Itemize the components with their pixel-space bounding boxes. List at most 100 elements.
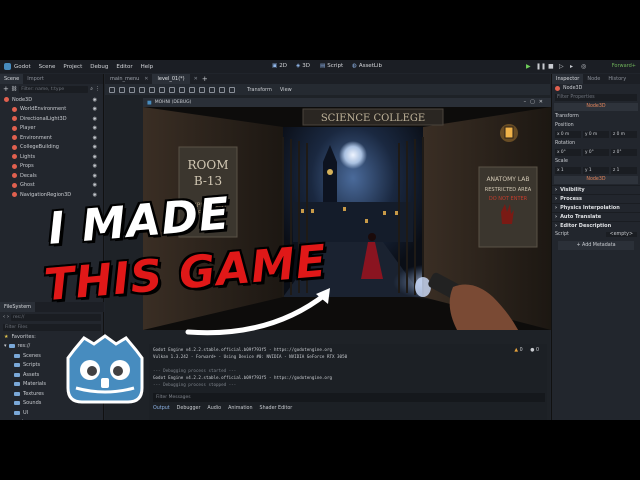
renderer-select[interactable]: Forward+	[612, 63, 636, 69]
tab-shader-editor[interactable]: Shader Editor	[260, 406, 293, 411]
scene-tree-node[interactable]: Environment ◉	[0, 133, 103, 143]
tab-animation[interactable]: Animation	[228, 406, 252, 411]
position-z[interactable]: z 0 m	[611, 131, 637, 138]
tab-inspector[interactable]: Inspector	[552, 74, 584, 84]
visibility-eye-icon[interactable]: ◉	[93, 135, 97, 141]
scene-tree-node[interactable]: CollegeBuilding ◉	[0, 143, 103, 153]
inspector-section[interactable]: › Visibility	[552, 185, 640, 194]
search-icon[interactable]: ⌕	[90, 86, 93, 92]
menu-project[interactable]: Project	[63, 64, 82, 70]
visibility-eye-icon[interactable]: ◉	[93, 116, 97, 122]
tab-debugger[interactable]: Debugger	[177, 406, 201, 411]
mode-script[interactable]: ▤ Script	[320, 63, 343, 69]
scene-tree-node[interactable]: WorldEnvironment ◉	[0, 105, 103, 115]
fs-path-input[interactable]: res://	[11, 313, 101, 321]
inspector-section[interactable]: › Physics Interpolation	[552, 203, 640, 212]
property-filter-input[interactable]: Filter Properties	[555, 94, 637, 101]
close-tab-icon[interactable]: ✕	[194, 76, 198, 82]
sun-tool-icon[interactable]	[209, 86, 215, 93]
mode-assetlib[interactable]: ◍ AssetLib	[352, 63, 382, 69]
visibility-eye-icon[interactable]: ◉	[93, 173, 97, 179]
warning-icon[interactable]: ▲	[514, 348, 518, 353]
visibility-eye-icon[interactable]: ◉	[93, 154, 97, 160]
tab-audio[interactable]: Audio	[207, 406, 221, 411]
rotation-z[interactable]: z 0°	[611, 149, 637, 156]
visibility-eye-icon[interactable]: ◉	[93, 144, 97, 150]
scale-tool-icon[interactable]	[139, 86, 145, 93]
inspector-section[interactable]: › Editor Description	[552, 221, 640, 230]
transform-menu[interactable]: Transform	[247, 87, 272, 93]
close-tab-icon[interactable]: ✕	[144, 76, 148, 82]
window-controls[interactable]: –▢✕	[524, 99, 547, 105]
movie-icon[interactable]: ◎	[581, 63, 586, 70]
scene-tree-node[interactable]: Decals ◉	[0, 171, 103, 181]
view-menu[interactable]: View	[280, 87, 292, 93]
transform-group[interactable]: Transform	[552, 112, 640, 121]
tab-node[interactable]: Node	[583, 74, 604, 84]
scene-tree-node[interactable]: Ghost ◉	[0, 181, 103, 191]
forward-icon[interactable]: ›	[7, 314, 9, 320]
play-scene-icon[interactable]: ▷	[559, 63, 564, 70]
mode-3d[interactable]: ◈ 3D	[296, 63, 310, 69]
scene-tree-node[interactable]: NavigationRegion3D ◉	[0, 190, 103, 200]
scene-tree-node[interactable]: Props ◉	[0, 162, 103, 172]
back-icon[interactable]: ‹	[3, 314, 5, 320]
add-node-icon[interactable]: +	[3, 85, 9, 93]
tab-scene[interactable]: Scene	[0, 74, 24, 84]
stop-icon[interactable]: ■	[548, 63, 554, 70]
menu-dots-icon[interactable]: ⋮	[95, 86, 100, 92]
add-tab-icon[interactable]: +	[202, 75, 208, 83]
visibility-eye-icon[interactable]: ◉	[93, 125, 97, 131]
scene-tree-node[interactable]: Lights ◉	[0, 152, 103, 162]
position-x[interactable]: x 0 m	[555, 131, 581, 138]
play-custom-icon[interactable]: ▸	[570, 63, 573, 70]
lock-tool-icon[interactable]	[159, 86, 165, 93]
scene-tree-node[interactable]: Node3D ◉	[0, 95, 103, 105]
env-tool-icon[interactable]	[219, 86, 225, 93]
menu-help[interactable]: Help	[141, 64, 154, 70]
scale-x[interactable]: x 1	[555, 167, 581, 174]
menu-editor[interactable]: Editor	[116, 64, 132, 70]
tab-import[interactable]: Import	[23, 74, 48, 84]
select-tool-icon[interactable]	[109, 86, 115, 93]
visibility-eye-icon[interactable]: ◉	[93, 182, 97, 188]
position-y[interactable]: y 0 m	[583, 131, 609, 138]
visibility-eye-icon[interactable]: ◉	[93, 192, 97, 198]
scale-z[interactable]: z 1	[611, 167, 637, 174]
visibility-eye-icon[interactable]: ◉	[93, 97, 97, 103]
local-tool-icon[interactable]	[179, 86, 185, 93]
fs-item[interactable]: UI	[0, 408, 104, 418]
scene-tree-node[interactable]: DirectionalLight3D ◉	[0, 114, 103, 124]
tab-output[interactable]: Output	[153, 406, 170, 411]
snap-tool-icon[interactable]	[189, 86, 195, 93]
scene-filter-input[interactable]: Filter: name, t:type	[19, 85, 89, 93]
inspector-section[interactable]: › Process	[552, 194, 640, 203]
pause-icon[interactable]: ❚❚	[536, 63, 546, 70]
camera-tool-icon[interactable]	[199, 86, 205, 93]
link-icon[interactable]: ⛓	[11, 86, 17, 92]
menu-scene[interactable]: Scene	[39, 64, 56, 70]
scene-tab-level-01[interactable]: level_01(*)	[152, 74, 190, 84]
output-filter-input[interactable]: Filter Messages	[153, 393, 545, 402]
fs-item[interactable]: icon.svg	[0, 418, 104, 420]
error-icon[interactable]: ●	[530, 348, 534, 353]
more-tool-icon[interactable]	[229, 86, 235, 93]
add-metadata-button[interactable]: + Add Metadata	[558, 241, 634, 250]
rotate-tool-icon[interactable]	[129, 86, 135, 93]
tab-filesystem[interactable]: FileSystem	[0, 302, 36, 312]
tab-history[interactable]: History	[604, 74, 630, 84]
menu-debug[interactable]: Debug	[90, 64, 108, 70]
group-tool-icon[interactable]	[169, 86, 175, 93]
scale-y[interactable]: y 1	[583, 167, 609, 174]
inspector-section[interactable]: › Auto Translate	[552, 212, 640, 221]
visibility-eye-icon[interactable]: ◉	[93, 163, 97, 169]
list-tool-icon[interactable]	[149, 86, 155, 93]
play-icon[interactable]: ▶	[526, 63, 531, 70]
scene-tree-node[interactable]: Player ◉	[0, 124, 103, 134]
script-value[interactable]: <empty>	[605, 232, 637, 237]
rotation-x[interactable]: x 0°	[555, 149, 581, 156]
scene-tab-main-menu[interactable]: main_menu	[105, 74, 144, 84]
visibility-eye-icon[interactable]: ◉	[93, 106, 97, 112]
mode-2d[interactable]: ▣ 2D	[272, 63, 287, 69]
rotation-y[interactable]: y 0°	[583, 149, 609, 156]
